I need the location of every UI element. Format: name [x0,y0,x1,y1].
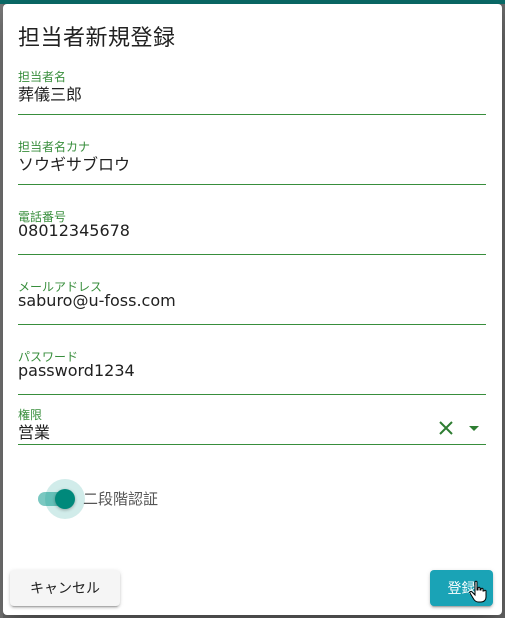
name-field-value[interactable]: 葬儀三郎 [18,81,82,105]
cancel-button[interactable]: キャンセル [10,570,120,606]
kana-field[interactable]: 担当者名カナ ソウギサブロウ [18,138,486,186]
kana-field-value[interactable]: ソウギサブロウ [18,151,130,175]
role-select[interactable]: 権限 営業 [18,406,486,446]
toggle-thumb[interactable] [55,489,75,509]
email-field-value[interactable]: saburo@u-foss.com [18,291,176,310]
name-field-underline [18,114,486,115]
two-factor-toggle[interactable] [35,479,85,519]
email-field[interactable]: メールアドレス saburo@u-foss.com [18,278,486,326]
role-select-underline [18,444,486,445]
kana-field-underline [18,184,486,185]
role-select-value[interactable]: 営業 [18,419,50,443]
phone-field-underline [18,254,486,255]
register-staff-dialog: 担当者新規登録 担当者名 葬儀三郎 担当者名カナ ソウギサブロウ 電話番号 08… [3,4,502,615]
name-field[interactable]: 担当者名 葬儀三郎 [18,68,486,116]
register-button[interactable]: 登録 [430,570,493,606]
email-field-underline [18,324,486,325]
clear-x-icon[interactable] [438,420,454,436]
password-field-value[interactable]: password1234 [18,361,135,380]
password-field[interactable]: パスワード password1234 [18,348,486,396]
phone-field-value[interactable]: 08012345678 [18,221,130,240]
dropdown-arrow-icon[interactable] [469,426,479,431]
two-factor-label: 二段階認証 [83,490,159,508]
phone-field[interactable]: 電話番号 08012345678 [18,208,486,256]
password-field-underline [18,394,486,395]
dialog-title: 担当者新規登録 [18,26,176,51]
